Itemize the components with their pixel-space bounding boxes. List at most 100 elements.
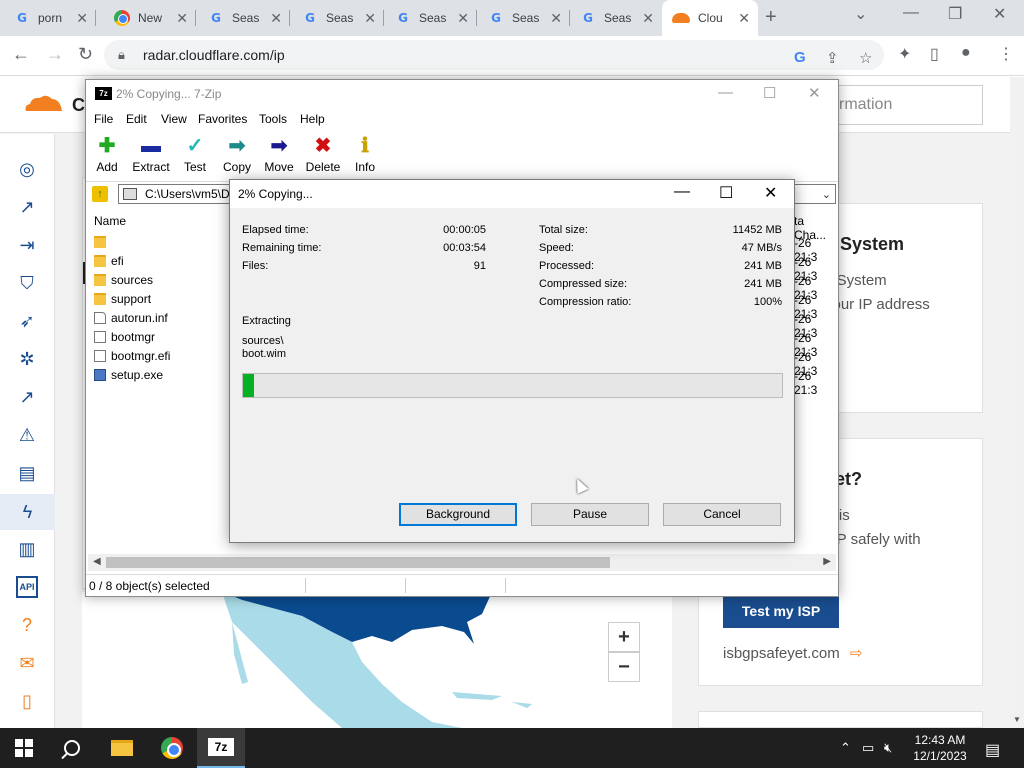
file-row[interactable]: setup.exe xyxy=(94,365,163,384)
horizontal-scrollbar[interactable]: ◀ ▶ xyxy=(88,554,836,571)
test-button[interactable]: ✓ Test xyxy=(180,135,210,174)
zoom-in-button[interactable]: + xyxy=(608,622,640,652)
test-my-isp-button[interactable]: Test my ISP xyxy=(723,594,839,628)
rocket-icon[interactable]: ➶ xyxy=(16,310,38,332)
move-button[interactable]: ➡ Move xyxy=(262,135,296,174)
browser-tab[interactable]: New ✕ xyxy=(104,0,196,36)
notification-icon[interactable]: ▤ xyxy=(985,740,1000,760)
cancel-button[interactable]: Cancel xyxy=(663,503,781,526)
background-button[interactable]: Background xyxy=(399,503,517,526)
scroll-thumb[interactable] xyxy=(106,557,610,568)
close-icon[interactable]: ✕ xyxy=(642,10,654,27)
trend-icon[interactable]: ↗ xyxy=(16,386,38,408)
browser-tab-active[interactable]: Clou ✕ xyxy=(662,0,758,36)
routing-icon[interactable]: ⇥ xyxy=(16,234,38,256)
traffic-icon[interactable]: ↗ xyxy=(16,196,38,218)
file-row[interactable]: efi xyxy=(94,251,124,270)
scroll-down-arrow-icon[interactable]: ▼ xyxy=(1013,715,1021,724)
restore-button[interactable]: ❐ xyxy=(948,4,962,24)
map[interactable] xyxy=(82,592,672,728)
file-row[interactable]: autorun.inf xyxy=(94,308,168,327)
column-header-name[interactable]: Name xyxy=(94,214,126,228)
lightning-icon[interactable]: ϟ xyxy=(0,494,55,530)
book-icon[interactable]: ▯ xyxy=(16,690,38,712)
copy-button[interactable]: ➡ Copy xyxy=(220,135,254,174)
globe-icon[interactable]: ◎ xyxy=(16,158,38,180)
scroll-left-arrow-icon[interactable]: ◀ xyxy=(93,556,101,567)
side-panel-icon[interactable]: ▯ xyxy=(930,44,939,64)
file-row[interactable] xyxy=(94,232,111,251)
browser-tab[interactable]: G porn ✕ xyxy=(4,0,96,36)
chevron-up-icon[interactable]: ⌃ xyxy=(840,740,851,756)
close-button[interactable]: ✕ xyxy=(764,183,777,203)
forward-arrow-icon[interactable]: → xyxy=(46,44,64,65)
search-input[interactable]: rmation xyxy=(826,85,983,125)
isbgpsafeyet-link[interactable]: isbgpsafeyet.com ⇨ xyxy=(723,644,862,662)
menu-tools[interactable]: Tools xyxy=(259,112,287,126)
minimize-button[interactable]: — xyxy=(903,4,919,22)
extensions-icon[interactable]: ✦ xyxy=(898,44,911,64)
menu-favorites[interactable]: Favorites xyxy=(198,112,247,126)
browser-tab[interactable]: G Seas ✕ xyxy=(385,0,477,36)
tab-search-icon[interactable]: ⌄ xyxy=(854,4,867,24)
address-bar[interactable]: 🔒︎ radar.cloudflare.com/ip G ⇪ ☆ xyxy=(104,40,884,70)
folder-up-icon[interactable]: ↑ xyxy=(92,186,108,202)
dialog-titlebar[interactable]: 2% Copying... — ☐ ✕ xyxy=(230,180,794,208)
file-row[interactable]: sources xyxy=(94,270,153,289)
add-button[interactable]: ✚ Add xyxy=(92,135,122,174)
file-explorer-button[interactable] xyxy=(98,728,146,768)
browser-tab[interactable]: G Seas ✕ xyxy=(478,0,570,36)
menu-view[interactable]: View xyxy=(161,112,187,126)
network-icon[interactable]: ▭ xyxy=(862,740,874,756)
file-row[interactable]: bootmgr xyxy=(94,327,155,346)
share-icon[interactable]: ⇪ xyxy=(826,49,839,67)
volume-muted-icon[interactable]: 🔇︎ xyxy=(884,740,892,756)
zoom-out-button[interactable]: − xyxy=(608,652,640,682)
pause-button[interactable]: Pause xyxy=(531,503,649,526)
profile-avatar-icon[interactable]: ● xyxy=(961,44,971,62)
chevron-down-icon[interactable]: ⌄ xyxy=(822,188,831,201)
browser-tab[interactable]: G Seas ✕ xyxy=(570,0,662,36)
close-icon[interactable]: ✕ xyxy=(176,10,188,27)
extract-button[interactable]: ▬ Extract xyxy=(130,135,172,174)
close-icon[interactable]: ✕ xyxy=(738,10,750,27)
mail-icon[interactable]: ✉ xyxy=(16,652,38,674)
menu-edit[interactable]: Edit xyxy=(126,112,147,126)
network-icon[interactable]: ✲ xyxy=(16,348,38,370)
back-arrow-icon[interactable]: ← xyxy=(12,44,30,65)
shield-icon[interactable]: ⛉ xyxy=(16,272,38,294)
google-lens-icon[interactable]: G xyxy=(794,49,806,66)
file-row[interactable]: support xyxy=(94,289,151,308)
close-icon[interactable]: ✕ xyxy=(76,10,88,27)
close-icon[interactable]: ✕ xyxy=(270,10,282,27)
browser-tab[interactable]: G Seas ✕ xyxy=(198,0,290,36)
info-button[interactable]: ℹ Info xyxy=(352,135,378,174)
maximize-button[interactable]: ☐ xyxy=(719,183,733,203)
reload-icon[interactable]: ↻ xyxy=(78,44,93,65)
start-button[interactable] xyxy=(0,728,48,768)
bookmark-star-icon[interactable]: ☆ xyxy=(859,49,872,67)
7zip-taskbar-button[interactable]: 7z xyxy=(197,728,245,768)
close-icon[interactable]: ✕ xyxy=(550,10,562,27)
maximize-button[interactable]: ☐ xyxy=(763,84,776,102)
document-search-icon[interactable]: ▤ xyxy=(16,462,38,484)
file-row[interactable]: bootmgr.efi xyxy=(94,346,170,365)
menu-dots-icon[interactable]: ⋮ xyxy=(998,44,1014,64)
help-icon[interactable]: ? xyxy=(16,614,38,636)
new-tab-button[interactable]: + xyxy=(765,6,777,29)
lock-icon[interactable]: 🔒︎ xyxy=(118,47,125,63)
close-icon[interactable]: ✕ xyxy=(364,10,376,27)
menu-file[interactable]: File xyxy=(94,112,113,126)
browser-tab[interactable]: G Seas ✕ xyxy=(292,0,384,36)
close-icon[interactable]: ✕ xyxy=(457,10,469,27)
page-scrollbar[interactable]: ▼ xyxy=(1010,77,1024,728)
warning-icon[interactable]: ⚠ xyxy=(16,424,38,446)
chrome-button[interactable] xyxy=(148,728,196,768)
scroll-right-arrow-icon[interactable]: ▶ xyxy=(823,556,831,567)
close-button[interactable]: ✕ xyxy=(808,84,821,102)
system-clock[interactable]: 12:43 AM 12/1/2023 xyxy=(905,732,975,764)
minimize-button[interactable]: — xyxy=(674,183,690,201)
menu-help[interactable]: Help xyxy=(300,112,325,126)
api-icon[interactable]: API xyxy=(16,576,38,598)
delete-button[interactable]: ✖ Delete xyxy=(304,135,342,174)
